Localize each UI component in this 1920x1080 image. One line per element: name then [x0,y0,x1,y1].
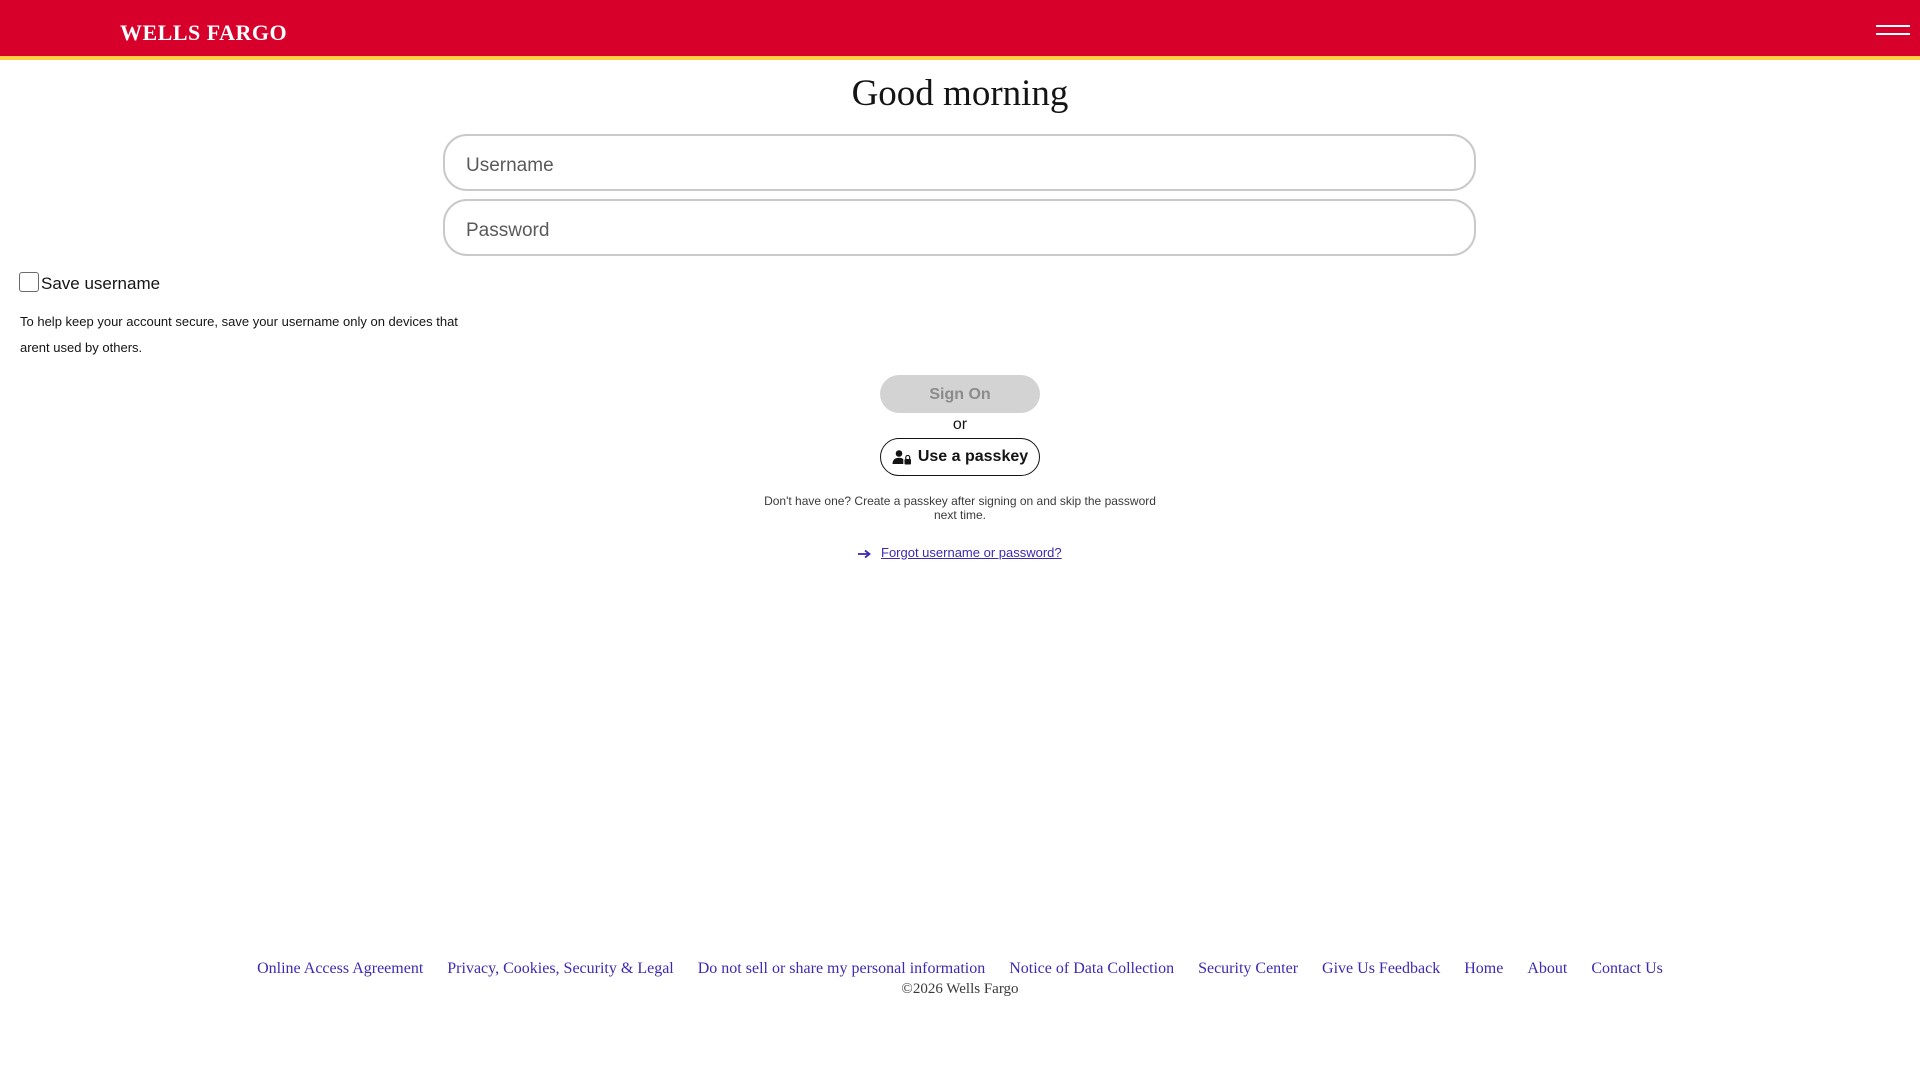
passkey-info-text: Don't have one? Create a passkey after s… [764,494,1156,522]
footer-link-contact-us[interactable]: Contact Us [1591,960,1663,978]
use-passkey-label: Use a passkey [917,448,1029,465]
username-input[interactable] [445,136,1474,189]
footer-link-security-center[interactable]: Security Center [1198,960,1298,978]
hamburger-menu-icon[interactable] [1874,22,1912,44]
footer-link-do-not-sell[interactable]: Do not sell or share my personal informa… [698,960,986,978]
footer-link-home[interactable]: Home [1464,960,1503,978]
copyright-text: ©2026 Wells Fargo [901,981,1019,997]
footer-link-give-us-feedback[interactable]: Give Us Feedback [1322,960,1440,978]
footer-link-online-access-agreement[interactable]: Online Access Agreement [257,960,423,978]
forgot-credentials-row: Forgot username or password? [857,545,1062,560]
save-username-row: Save username [19,272,160,294]
forgot-username-password-link[interactable]: Forgot username or password? [881,545,1062,560]
use-passkey-button[interactable]: Use a passkey [880,438,1040,476]
wells-fargo-logo[interactable]: WELLS FARGO [120,20,287,46]
top-navigation-bar: WELLS FARGO [0,0,1920,60]
arrow-right-icon [857,547,873,559]
save-username-label[interactable]: Save username [41,274,160,294]
password-field-container [443,199,1476,256]
save-username-checkbox[interactable] [19,272,39,292]
passkey-user-lock-icon [892,449,912,465]
or-divider-text: or [952,416,968,433]
footer-link-about[interactable]: About [1527,960,1567,978]
footer-link-notice-of-data-collection[interactable]: Notice of Data Collection [1009,960,1174,978]
sign-on-button[interactable]: Sign On [880,375,1040,413]
greeting-heading: Good morning [851,73,1069,114]
password-input[interactable] [445,201,1474,254]
footer-links: Online Access Agreement Privacy, Cookies… [0,960,1920,978]
save-username-help-text: To help keep your account secure, save y… [20,314,458,355]
footer-link-privacy-cookies-security-legal[interactable]: Privacy, Cookies, Security & Legal [447,960,673,978]
username-field-container [443,134,1476,191]
